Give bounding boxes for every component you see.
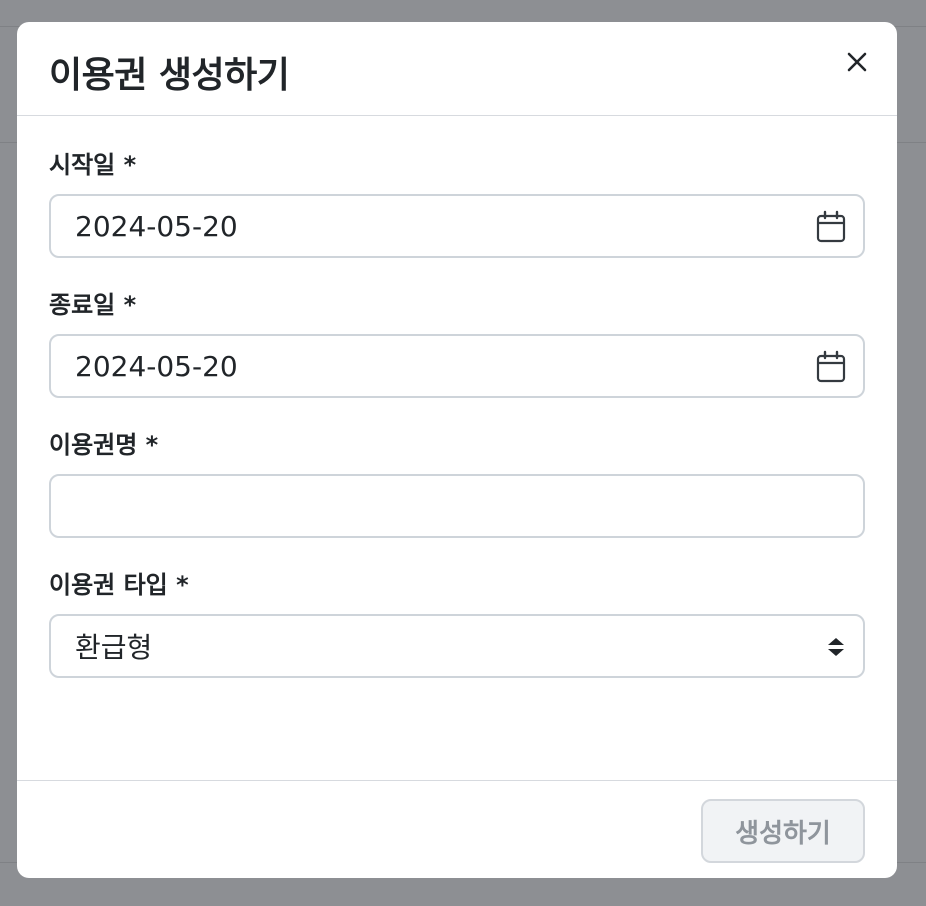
- end-date-label: 종료일 *: [49, 291, 137, 319]
- pass-type-selected: 환급형: [75, 631, 153, 664]
- pass-type-label: 이용권 타입 *: [49, 571, 189, 599]
- create-pass-modal: 이용권 생성하기 시작일 * 2024-05-20 종료일 * 2024-05-…: [17, 22, 897, 878]
- pass-name-label: 이용권명 *: [49, 431, 159, 459]
- start-date-input[interactable]: 2024-05-20: [49, 194, 865, 258]
- start-date-field: 시작일 * 2024-05-20: [49, 150, 865, 258]
- end-date-value: 2024-05-20: [75, 349, 238, 383]
- start-date-label: 시작일 *: [49, 151, 137, 179]
- modal-header: 이용권 생성하기: [17, 22, 897, 116]
- modal-footer: 생성하기: [17, 780, 897, 878]
- pass-type-field: 이용권 타입 * 환급형: [49, 570, 865, 678]
- pass-name-field: 이용권명 *: [49, 430, 865, 538]
- modal-body: 시작일 * 2024-05-20 종료일 * 2024-05-20 이용권명 *…: [17, 116, 897, 678]
- calendar-icon[interactable]: [815, 210, 847, 244]
- create-button[interactable]: 생성하기: [701, 799, 865, 863]
- calendar-icon[interactable]: [815, 350, 847, 384]
- start-date-value: 2024-05-20: [75, 209, 238, 243]
- modal-title: 이용권 생성하기: [49, 55, 290, 96]
- end-date-field: 종료일 * 2024-05-20: [49, 290, 865, 398]
- pass-name-input[interactable]: [49, 474, 865, 538]
- pass-type-select[interactable]: 환급형: [49, 614, 865, 678]
- close-button[interactable]: [841, 46, 873, 78]
- select-arrows-icon: [828, 638, 844, 656]
- end-date-input[interactable]: 2024-05-20: [49, 334, 865, 398]
- close-icon: [847, 52, 867, 72]
